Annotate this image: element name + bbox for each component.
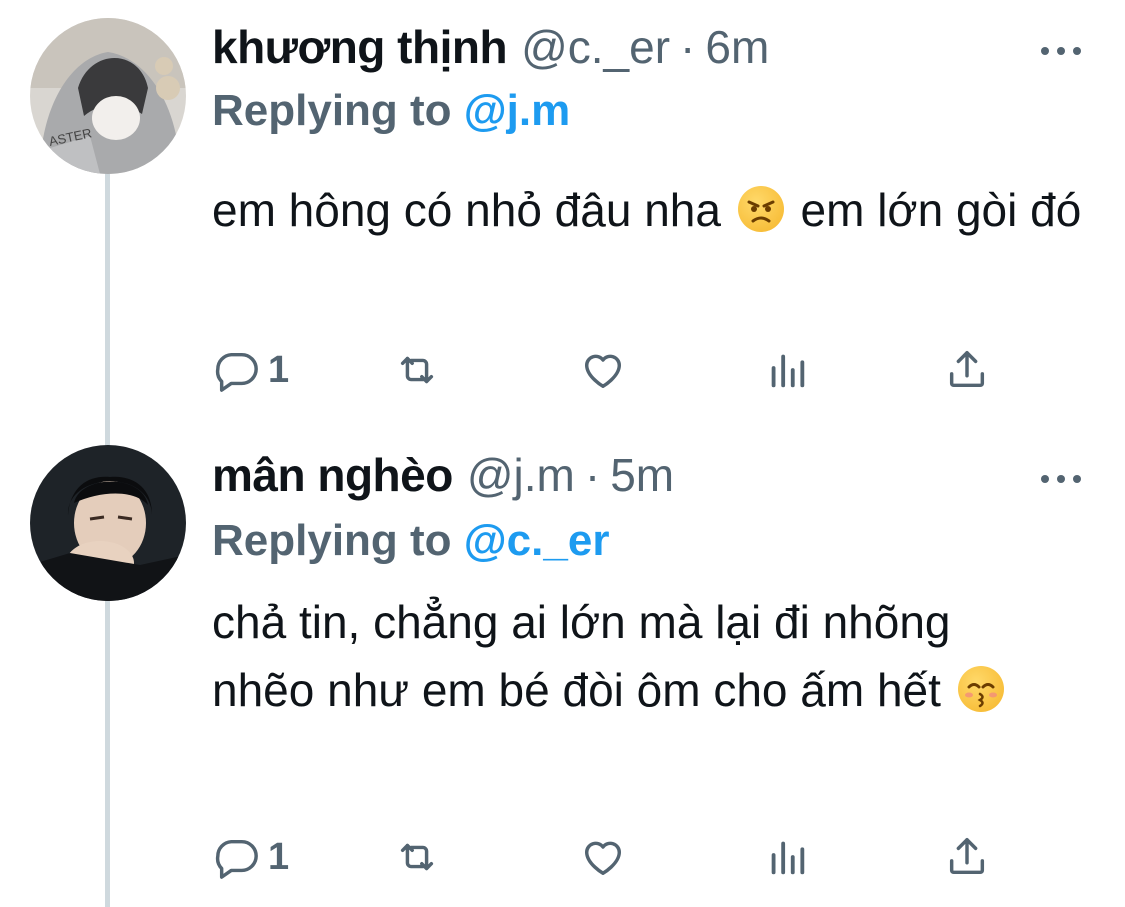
retweet-button[interactable]: [394, 832, 440, 882]
retweet-icon: [400, 843, 434, 871]
separator-dot: ·: [680, 21, 696, 73]
tweet[interactable]: mân nghèo @j.m · 5m Replying to @c._er c…: [0, 430, 1125, 907]
reply-button[interactable]: 1: [214, 832, 289, 882]
display-name[interactable]: khương thịnh: [212, 20, 508, 74]
analytics-button[interactable]: [764, 345, 810, 395]
like-button[interactable]: [580, 345, 626, 395]
replying-to: Replying to @c._er: [212, 516, 609, 566]
share-icon: [949, 838, 985, 875]
more-options-icon[interactable]: [1041, 472, 1081, 486]
reply-icon: [215, 352, 258, 392]
like-button[interactable]: [580, 832, 626, 882]
replying-to: Replying to @j.m: [212, 86, 570, 136]
action-bar: 1: [0, 832, 1125, 882]
user-handle[interactable]: @c._er: [521, 20, 670, 74]
share-button[interactable]: [944, 345, 990, 395]
reply-button[interactable]: 1: [214, 345, 289, 395]
tweet-text-part: chả tin, chẳng ai lớn mà lại đi nhõng nh…: [212, 596, 951, 716]
heart-icon: [584, 841, 622, 876]
tweet-text: em hông có nhỏ đâu nha em lớn gòi đó: [212, 178, 1092, 242]
display-name[interactable]: mân nghèo: [212, 448, 453, 502]
timestamp[interactable]: 6m: [705, 20, 769, 74]
analytics-button[interactable]: [764, 832, 810, 882]
separator-dot: ·: [584, 449, 601, 501]
action-bar: 1: [0, 345, 1125, 395]
kissing-face-emoji-icon: [957, 666, 1004, 712]
retweet-button[interactable]: [394, 345, 440, 395]
mention-link[interactable]: @c._er: [464, 516, 610, 565]
share-icon: [949, 351, 985, 388]
tweet-text-part: em hông có nhỏ đâu nha: [212, 184, 721, 236]
reply-count: 1: [268, 835, 290, 878]
reply-count: 1: [268, 348, 290, 391]
share-button[interactable]: [944, 832, 990, 882]
user-handle[interactable]: @j.m: [467, 448, 575, 502]
mention-link[interactable]: @j.m: [464, 86, 570, 135]
reply-icon: [215, 839, 258, 879]
tweet-text: chả tin, chẳng ai lớn mà lại đi nhõng nh…: [212, 588, 1012, 724]
avatar[interactable]: [30, 445, 186, 601]
tweet-text-part: em lớn gòi đó: [800, 184, 1082, 236]
tweet[interactable]: ASTER khương thịnh @c._er · 6m Replying …: [0, 0, 1125, 430]
analytics-icon: [771, 354, 805, 388]
avatar[interactable]: ASTER: [30, 18, 186, 174]
timestamp[interactable]: 5m: [610, 448, 674, 502]
angry-face-emoji-icon: [737, 186, 784, 232]
analytics-icon: [771, 841, 805, 875]
heart-icon: [584, 354, 622, 389]
replying-to-label: Replying to: [212, 516, 464, 565]
replying-to-label: Replying to: [212, 86, 464, 135]
more-options-icon[interactable]: [1041, 44, 1081, 58]
retweet-icon: [400, 356, 434, 384]
